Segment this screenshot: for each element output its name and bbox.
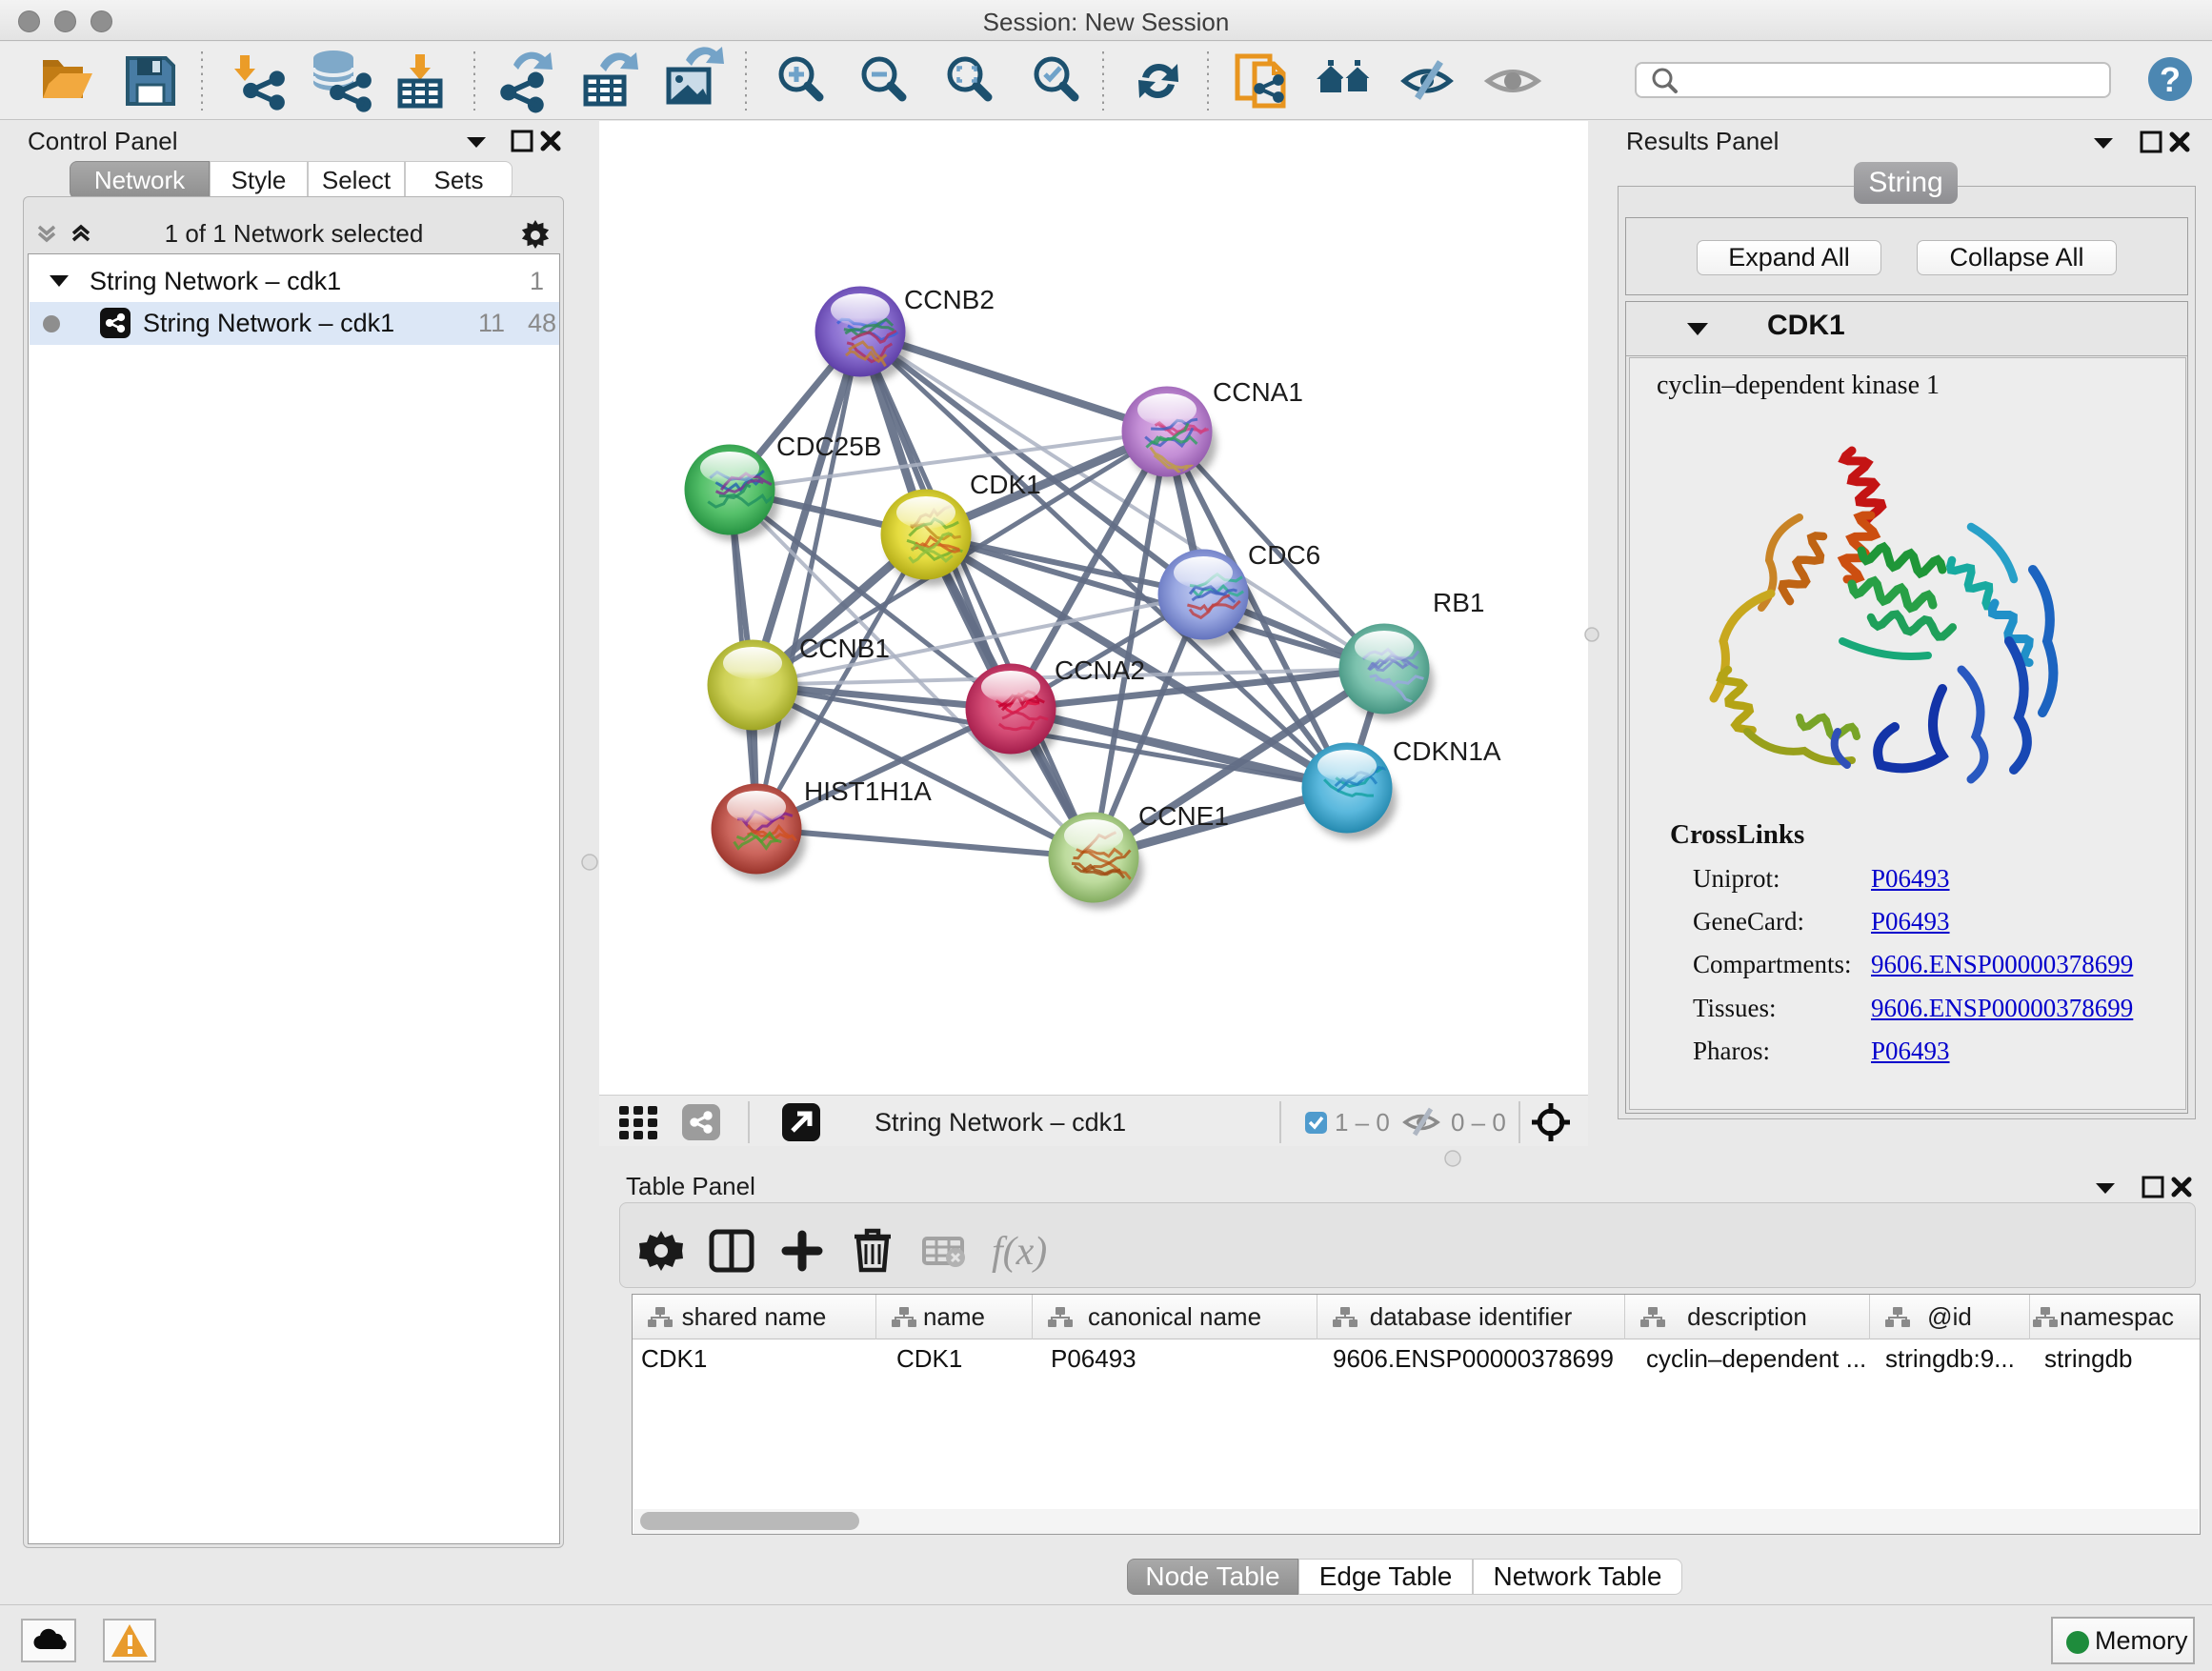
svg-text:CCNE1: CCNE1 [1138, 801, 1229, 831]
svg-text:CCNB1: CCNB1 [799, 634, 890, 663]
svg-text:0 – 0: 0 – 0 [1451, 1108, 1506, 1137]
svg-text:?: ? [2160, 60, 2181, 99]
svg-text:f(x): f(x) [992, 1230, 1047, 1274]
svg-text:CCNA2: CCNA2 [1055, 655, 1145, 685]
svg-text:CCNA1: CCNA1 [1213, 377, 1303, 407]
svg-text:RB1: RB1 [1433, 588, 1484, 617]
svg-text:String Network – cdk1: String Network – cdk1 [875, 1108, 1126, 1137]
svg-text:CDC6: CDC6 [1248, 540, 1320, 570]
svg-text:HIST1H1A: HIST1H1A [804, 776, 932, 806]
svg-text:CDKN1A: CDKN1A [1393, 736, 1501, 766]
svg-text:CDK1: CDK1 [970, 470, 1041, 499]
svg-text:CDC25B: CDC25B [776, 432, 881, 461]
svg-text:CCNB2: CCNB2 [904, 285, 995, 314]
svg-text:1 – 0: 1 – 0 [1335, 1108, 1390, 1137]
